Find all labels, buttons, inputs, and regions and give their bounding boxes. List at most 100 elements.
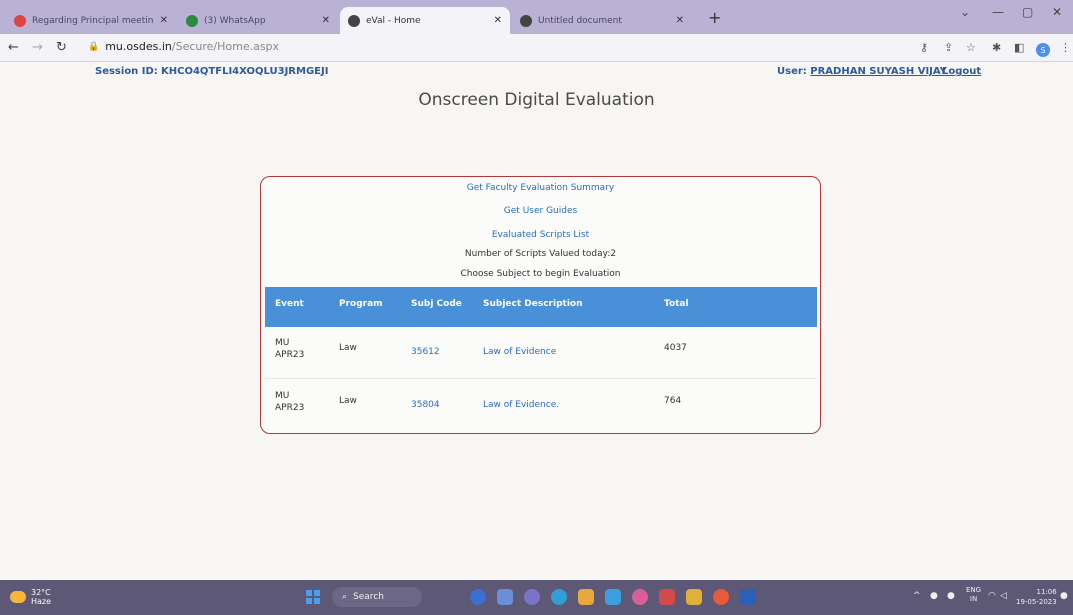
search-icon: ⌕ <box>342 592 348 602</box>
teams-icon[interactable] <box>524 589 540 605</box>
tab-principal-meeting[interactable]: Regarding Principal meeting for ✕ <box>6 7 176 34</box>
whatsapp-icon <box>186 14 198 27</box>
program-cell: Law <box>339 396 357 406</box>
tab-label: eVal - Home <box>366 15 421 26</box>
subject-description-link[interactable]: Law of Evidence <box>483 346 556 358</box>
star-icon[interactable]: ☆ <box>966 41 976 54</box>
store-icon[interactable] <box>578 589 594 605</box>
tray-expand-icon[interactable]: ^ <box>913 591 921 601</box>
language-indicator[interactable]: ENG IN <box>966 586 981 604</box>
page-content: Session ID: KHCO4QTFLI4XOQLU3JRMGEJI Use… <box>0 62 1073 580</box>
evaluated-scripts-link[interactable]: Evaluated Scripts List <box>261 230 820 240</box>
taskbar-search[interactable]: ⌕ Search <box>332 587 422 607</box>
new-tab-icon[interactable]: + <box>708 8 721 27</box>
tray-app-icon[interactable]: ● <box>930 591 938 601</box>
subject-code-link[interactable]: 35804 <box>411 399 440 411</box>
tab-whatsapp[interactable]: (3) WhatsApp ✕ <box>178 7 338 34</box>
session-id: KHCO4QTFLI4XOQLU3JRMGEJI <box>161 66 329 77</box>
event-cell: MU APR23 <box>275 390 304 414</box>
tab-label: (3) WhatsApp <box>204 15 266 26</box>
close-window-icon[interactable]: ✕ <box>1052 5 1062 19</box>
edge-icon[interactable] <box>551 589 567 605</box>
program-cell: Law <box>339 343 357 353</box>
table-header: Event Program Subj Code Subject Descript… <box>265 287 817 327</box>
subject-description-link[interactable]: Law of Evidence. <box>483 399 559 411</box>
user-name-link[interactable]: PRADHAN SUYASH VIJAY <box>810 66 947 77</box>
url-field[interactable]: 🔒 mu.osdes.in/Secure/Home.aspx <box>88 40 279 53</box>
tab-label: Untitled document <box>538 15 622 26</box>
taskbar: 32°C Haze ⌕ Search ^ ● ● ENG IN ◠ ◁ 11:06 … <box>0 580 1073 615</box>
close-icon[interactable]: ✕ <box>322 15 330 26</box>
lock-icon: 🔒 <box>88 41 100 52</box>
reload-icon[interactable]: ↻ <box>56 40 67 55</box>
tab-untitled-document[interactable]: Untitled document ✕ <box>512 7 692 34</box>
temperature: 32°C <box>31 588 51 597</box>
antivirus-icon[interactable] <box>659 589 675 605</box>
column-header-subj-code: Subj Code <box>411 299 462 309</box>
column-header-program: Program <box>339 299 383 309</box>
notification-icon[interactable]: ● <box>1060 591 1068 601</box>
language-code: ENG <box>966 586 982 594</box>
globe-icon <box>348 14 360 27</box>
table-row: MU APR23 Law 35612 Law of Evidence 4037 <box>265 327 817 379</box>
tray-google-icon[interactable]: ● <box>947 591 955 601</box>
date: 19-05-2023 <box>1016 598 1057 606</box>
url-host: mu.osdes.in <box>105 40 172 53</box>
weather-text: 32°C Haze <box>31 588 51 606</box>
weather-condition: Haze <box>31 597 52 606</box>
session-label: Session ID: <box>95 66 158 77</box>
minimize-icon[interactable]: — <box>992 5 1004 19</box>
folder-icon[interactable] <box>686 589 702 605</box>
column-header-subject-description: Subject Description <box>483 299 583 309</box>
bing-icon[interactable] <box>470 589 486 605</box>
search-label: Search <box>353 592 384 602</box>
clock[interactable]: 11:06 19-05-2023 <box>1016 587 1057 607</box>
table-row: MU APR23 Law 35804 Law of Evidence. 764 <box>265 380 817 432</box>
sidepanel-icon[interactable]: ◧ <box>1014 41 1024 54</box>
user-guides-link[interactable]: Get User Guides <box>261 206 820 216</box>
choose-subject-instruction: Choose Subject to begin Evaluation <box>460 269 621 279</box>
tab-search-icon[interactable]: ⌄ <box>960 5 970 19</box>
tab-eval-home[interactable]: eVal - Home ✕ <box>340 7 510 34</box>
event-line: APR23 <box>275 403 305 413</box>
total-cell: 764 <box>664 396 682 406</box>
subject-code-link[interactable]: 35612 <box>411 346 440 358</box>
event-line: MU <box>275 338 290 348</box>
extensions-icon[interactable]: ✱ <box>992 41 1001 54</box>
total-cell: 4037 <box>664 343 687 353</box>
chrome-icon[interactable] <box>713 589 729 605</box>
scripts-valued-count: Number of Scripts Valued today:2 <box>464 249 617 259</box>
word-icon[interactable] <box>740 589 756 605</box>
address-bar: ← → ↻ 🔒 mu.osdes.in/Secure/Home.aspx ⚷ ⇪… <box>0 34 1073 62</box>
page-title: Onscreen Digital Evaluation <box>418 90 655 110</box>
url-path: /Secure/Home.aspx <box>171 40 280 53</box>
app-icon[interactable] <box>632 589 648 605</box>
close-icon[interactable]: ✕ <box>676 15 684 26</box>
close-icon[interactable]: ✕ <box>494 15 502 26</box>
windows-start-icon[interactable] <box>306 590 320 604</box>
close-icon[interactable]: ✕ <box>160 15 168 26</box>
tab-label: Regarding Principal meeting for <box>32 15 154 26</box>
evaluation-card: Get Faculty Evaluation Summary Get User … <box>260 176 821 434</box>
gmail-icon <box>14 14 26 27</box>
weather-widget[interactable]: 32°C Haze <box>10 588 51 606</box>
faculty-summary-link[interactable]: Get Faculty Evaluation Summary <box>261 183 820 193</box>
logout-link[interactable]: Logout <box>942 66 981 77</box>
forward-icon[interactable]: → <box>32 40 43 55</box>
share-icon[interactable]: ⇪ <box>944 41 953 54</box>
column-header-total: Total <box>664 299 689 309</box>
menu-icon[interactable]: ⋮ <box>1060 41 1071 54</box>
event-line: MU <box>275 391 290 401</box>
restore-icon[interactable]: ▢ <box>1022 5 1033 19</box>
volume-icon[interactable]: ◁ <box>1000 591 1007 601</box>
file-explorer-icon[interactable] <box>497 589 513 605</box>
profile-avatar[interactable]: S <box>1036 43 1050 57</box>
wifi-icon[interactable]: ◠ <box>988 591 996 601</box>
back-icon[interactable]: ← <box>8 40 19 55</box>
session-info: Session ID: KHCO4QTFLI4XOQLU3JRMGEJI <box>95 66 328 77</box>
mail-icon[interactable] <box>605 589 621 605</box>
key-icon[interactable]: ⚷ <box>920 41 928 54</box>
user-info: User: PRADHAN SUYASH VIJAY <box>777 66 947 77</box>
user-label: User: <box>777 66 807 77</box>
weather-icon <box>10 591 26 603</box>
